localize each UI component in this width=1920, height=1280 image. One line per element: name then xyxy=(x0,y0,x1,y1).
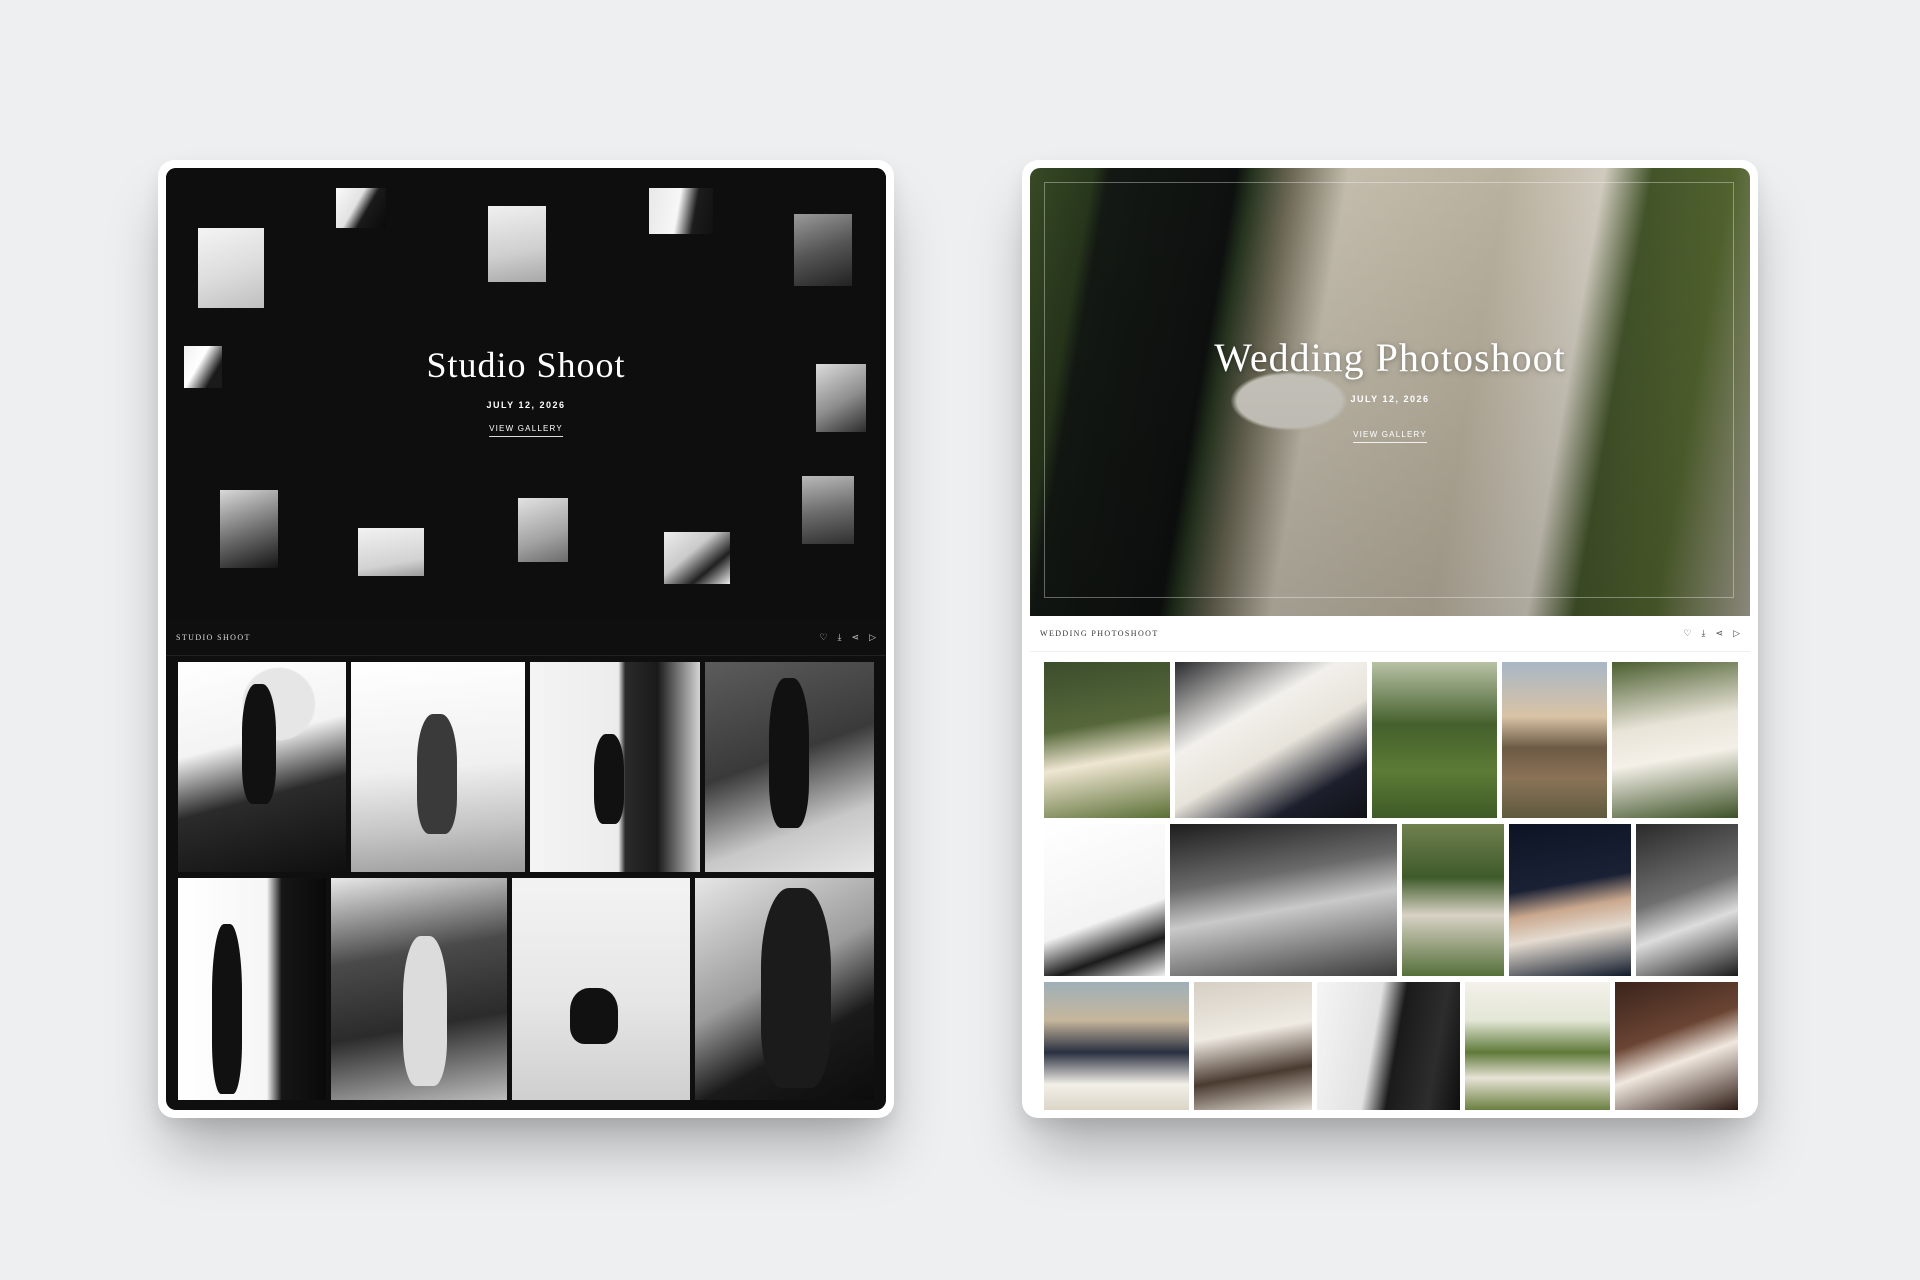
studio-gallery-device: Studio Shoot JULY 12, 2026 VIEW GALLERY … xyxy=(158,160,894,1118)
heart-icon[interactable]: ♡ xyxy=(1683,629,1691,638)
gallery-photo[interactable] xyxy=(1372,662,1497,818)
hero-date: JULY 12, 2026 xyxy=(486,400,566,410)
hero-thumbnail xyxy=(802,476,854,544)
gallery-photo[interactable] xyxy=(1465,982,1610,1110)
hero-thumbnail xyxy=(518,498,568,562)
photo-subject xyxy=(570,988,618,1044)
gallery-photo[interactable] xyxy=(1194,982,1312,1110)
wedding-gallery-device: Wedding Photoshoot JULY 12, 2026 VIEW GA… xyxy=(1022,160,1758,1118)
wedding-gallery-screen: Wedding Photoshoot JULY 12, 2026 VIEW GA… xyxy=(1030,168,1750,1110)
gallery-photo[interactable] xyxy=(1044,662,1170,818)
gallery-photo[interactable] xyxy=(1044,982,1189,1110)
hero-thumbnail xyxy=(198,228,264,308)
play-icon[interactable]: ▷ xyxy=(1733,629,1740,638)
gallery-name: WEDDING PHOTOSHOOT xyxy=(1040,629,1159,638)
gallery-photo[interactable] xyxy=(1402,824,1504,976)
download-icon[interactable]: ⤓ xyxy=(1702,629,1706,638)
gallery-photo[interactable] xyxy=(695,878,874,1100)
gallery-photo[interactable] xyxy=(178,662,346,872)
hero-thumbnail xyxy=(336,188,386,228)
gallery-header-bar: WEDDING PHOTOSHOOT ♡ ⤓ ⋖ ▷ xyxy=(1030,616,1750,652)
view-gallery-link[interactable]: VIEW GALLERY xyxy=(1353,430,1427,443)
hero-frame xyxy=(1044,182,1734,598)
wedding-hero: Wedding Photoshoot JULY 12, 2026 VIEW GA… xyxy=(1030,168,1750,616)
gallery-header-bar: STUDIO SHOOT ♡ ⤓ ⋖ ▷ xyxy=(166,620,886,656)
share-icon[interactable]: ⋖ xyxy=(1716,629,1724,638)
download-icon[interactable]: ⤓ xyxy=(838,633,842,642)
gallery-photo[interactable] xyxy=(351,662,525,872)
hero-title: Wedding Photoshoot xyxy=(1214,335,1566,380)
play-icon[interactable]: ▷ xyxy=(869,633,876,642)
gallery-photo[interactable] xyxy=(1175,662,1367,818)
gallery-actions: ♡ ⤓ ⋖ ▷ xyxy=(1683,629,1740,638)
hero-date: JULY 12, 2026 xyxy=(1350,394,1430,404)
gallery-photo[interactable] xyxy=(1636,824,1738,976)
gallery-photo[interactable] xyxy=(1615,982,1738,1110)
gallery-photo[interactable] xyxy=(331,878,507,1100)
gallery-photo[interactable] xyxy=(1170,824,1397,976)
hero-thumbnail xyxy=(220,490,278,568)
hero-thumbnail xyxy=(794,214,852,286)
photo-subject xyxy=(417,714,457,834)
gallery-photo[interactable] xyxy=(705,662,874,872)
photo-subject xyxy=(242,684,276,804)
share-icon[interactable]: ⋖ xyxy=(852,633,860,642)
gallery-photo[interactable] xyxy=(1317,982,1460,1110)
studio-hero: Studio Shoot JULY 12, 2026 VIEW GALLERY xyxy=(166,168,886,620)
gallery-photo[interactable] xyxy=(1612,662,1738,818)
studio-gallery-screen: Studio Shoot JULY 12, 2026 VIEW GALLERY … xyxy=(166,168,886,1110)
gallery-photo[interactable] xyxy=(1509,824,1631,976)
photo-subject xyxy=(761,888,831,1088)
photo-subject xyxy=(594,734,624,824)
gallery-photo[interactable] xyxy=(1044,824,1165,976)
photo-subject xyxy=(212,924,242,1094)
hero-thumbnail xyxy=(664,532,730,584)
gallery-photo[interactable] xyxy=(512,878,690,1100)
gallery-photo[interactable] xyxy=(530,662,700,872)
heart-icon[interactable]: ♡ xyxy=(819,633,827,642)
photo-subject xyxy=(769,678,809,828)
hero-title: Studio Shoot xyxy=(426,345,626,385)
hero-thumbnail xyxy=(649,188,713,234)
photo-subject xyxy=(403,936,447,1086)
view-gallery-link[interactable]: VIEW GALLERY xyxy=(489,424,563,437)
gallery-name: STUDIO SHOOT xyxy=(176,633,251,642)
hero-thumbnail xyxy=(488,206,546,282)
gallery-photo[interactable] xyxy=(178,878,326,1100)
gallery-actions: ♡ ⤓ ⋖ ▷ xyxy=(819,633,876,642)
hero-thumbnail xyxy=(358,528,424,576)
gallery-photo[interactable] xyxy=(1502,662,1607,818)
